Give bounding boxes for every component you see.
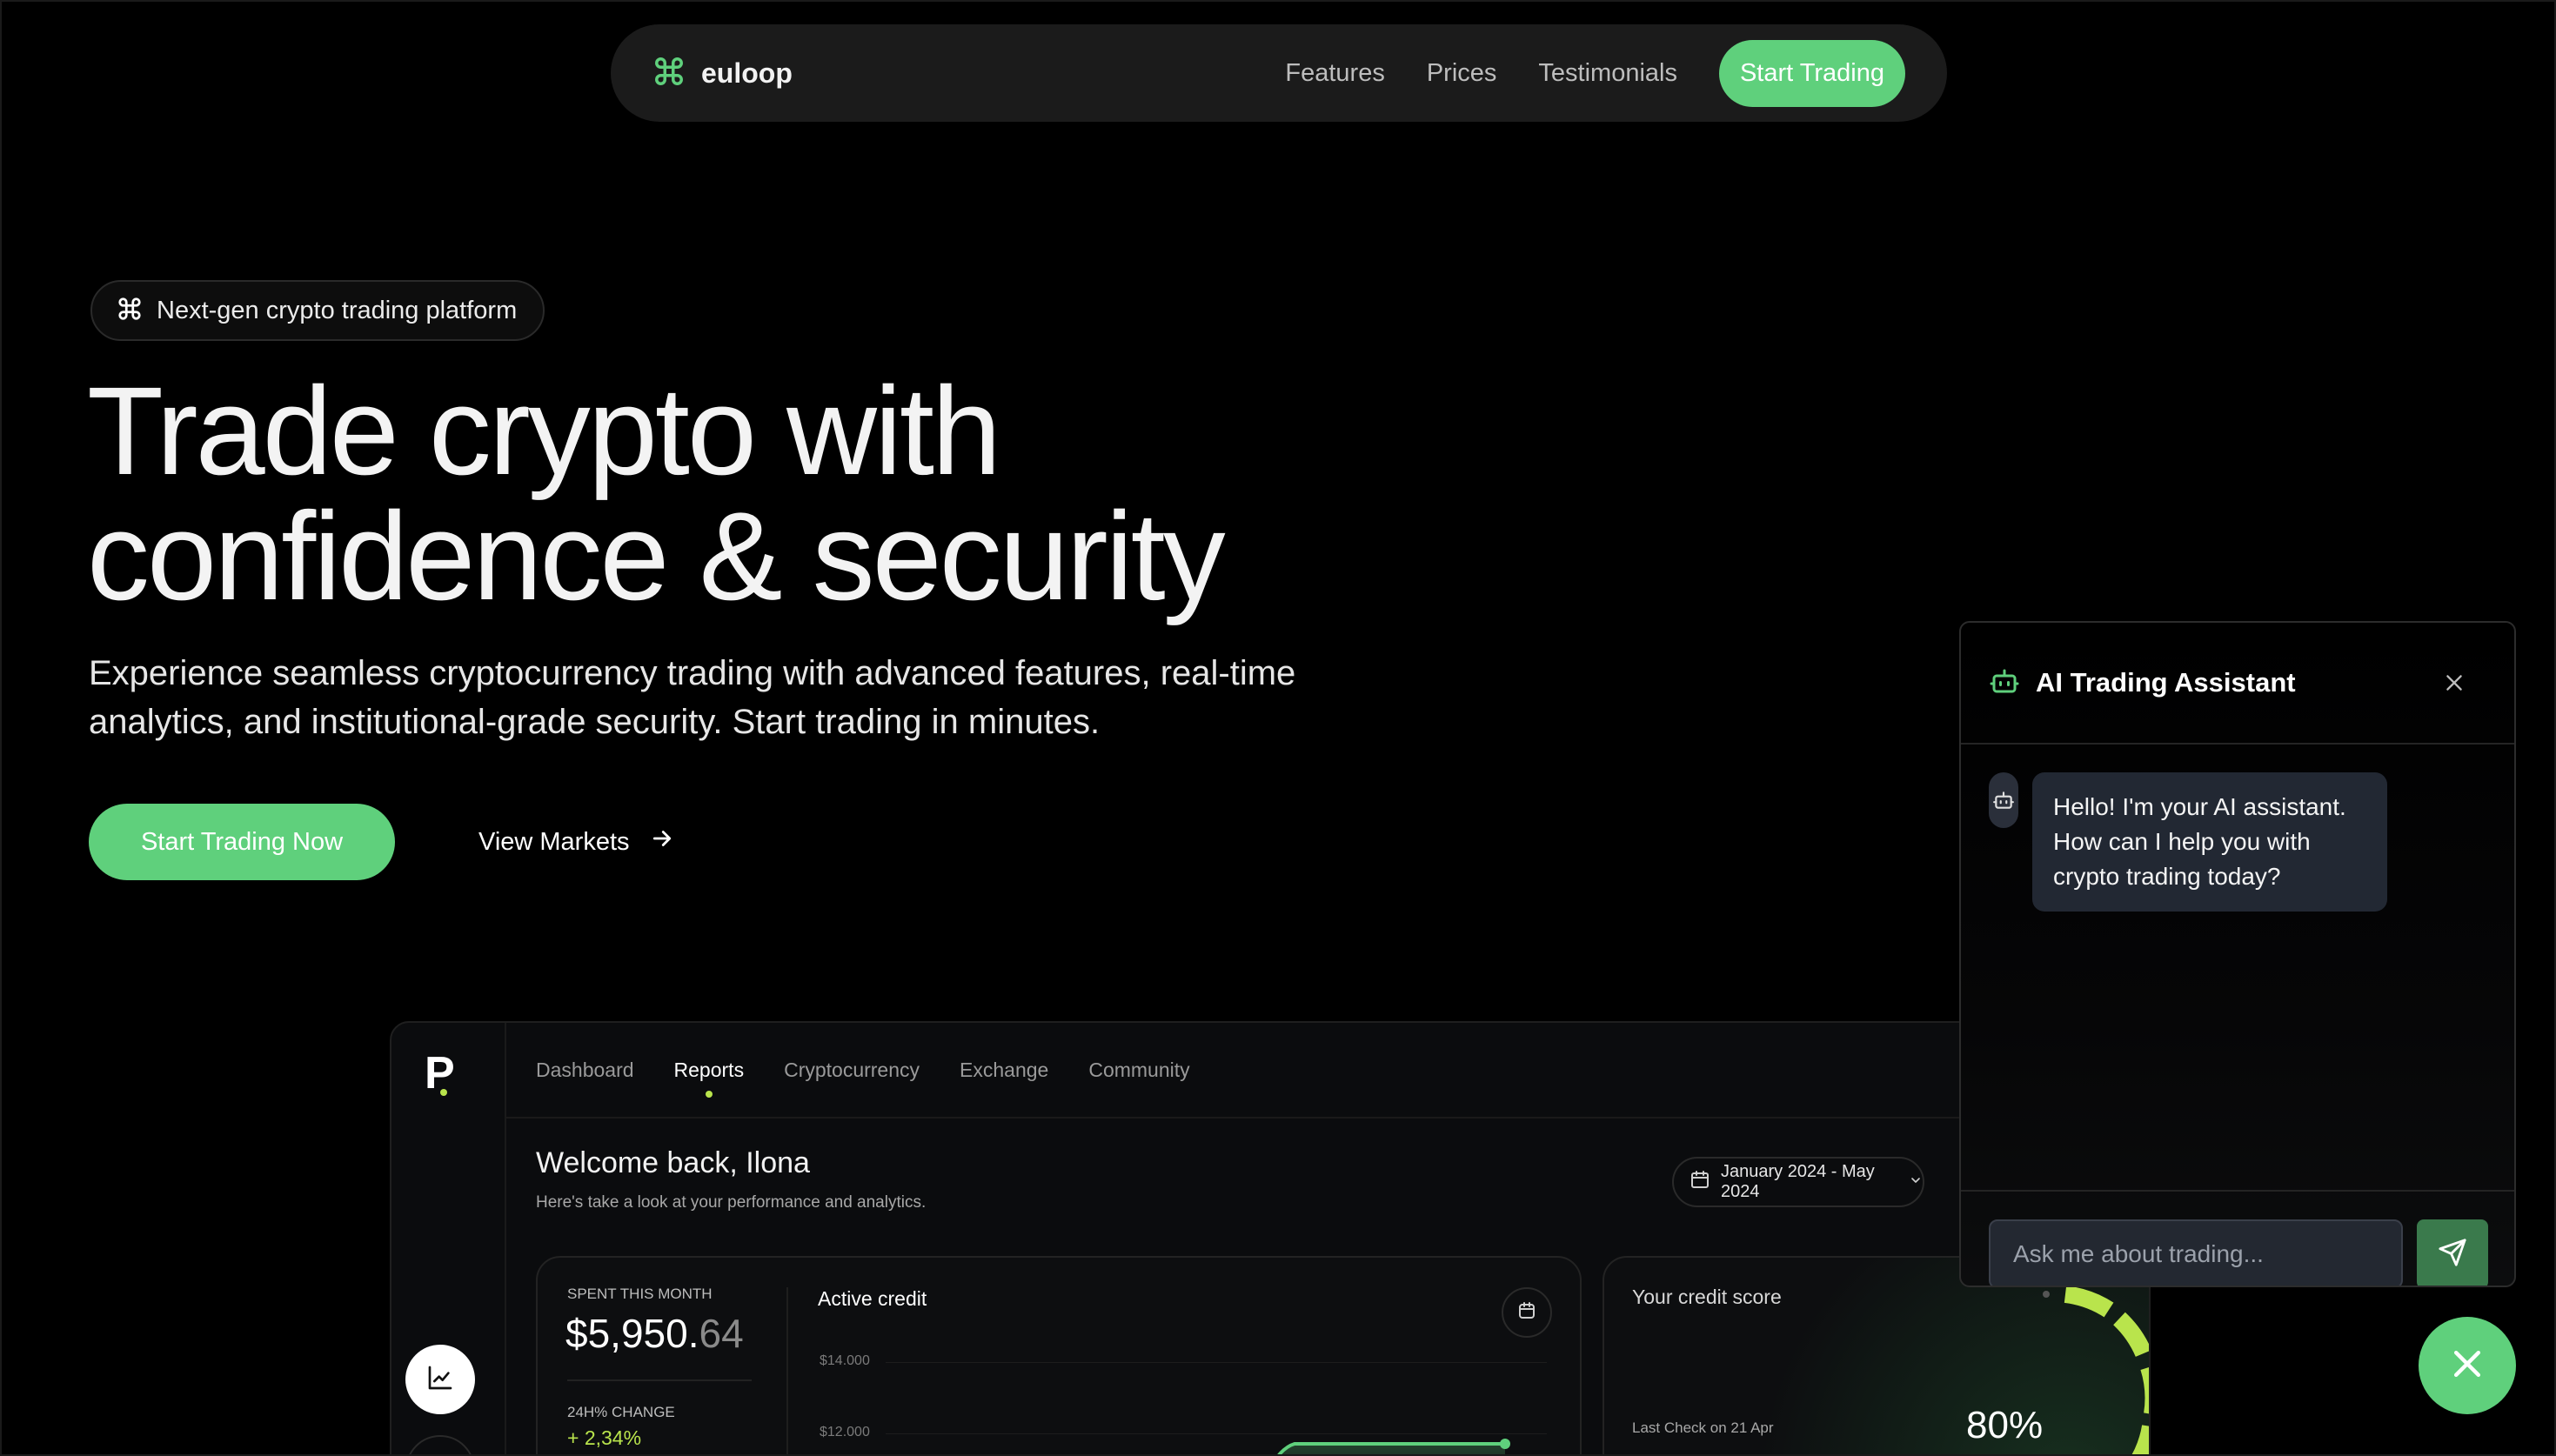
divider (786, 1287, 788, 1456)
credit-score-subtitle: Last Check on 21 Apr (1632, 1419, 1774, 1436)
change-label: 24H% CHANGE (567, 1404, 675, 1420)
dashboard-sidebar: P (391, 1023, 506, 1456)
active-credit-title: Active credit (818, 1287, 927, 1310)
sidebar-button-secondary[interactable] (405, 1435, 475, 1456)
tab-community[interactable]: Community (1088, 1059, 1189, 1082)
credit-score-title: Your credit score (1632, 1286, 1782, 1308)
spent-label: SPENT THIS MONTH (567, 1286, 713, 1302)
robot-icon (1989, 772, 2018, 828)
nav-links: Features Prices Testimonials Start Tradi… (1285, 39, 1905, 107)
chat-input[interactable] (1989, 1219, 2403, 1286)
send-icon (2438, 1238, 2467, 1272)
start-trading-button[interactable]: Start Trading (1718, 39, 1905, 107)
view-markets-link[interactable]: View Markets (478, 804, 675, 880)
spent-value: $5,950.64 (565, 1310, 744, 1357)
top-navbar: euloop Features Prices Testimonials Star… (611, 24, 1947, 122)
active-credit-line (1275, 1439, 1510, 1456)
command-icon (652, 55, 686, 92)
assistant-message: Hello! I'm your AI assistant. How can I … (2032, 772, 2387, 912)
chat-composer (1961, 1190, 2514, 1286)
close-icon[interactable] (2439, 668, 2469, 698)
change-value: + 2,34% (567, 1426, 642, 1449)
date-range-label: January 2024 - May 2024 (1721, 1162, 1875, 1201)
welcome-subtitle: Here's take a look at your performance a… (536, 1193, 927, 1212)
hero-title: Trade crypto with confidence & security (87, 369, 1392, 619)
dashboard-preview: P Dashboard Reports Cryptocurrency Excha… (390, 1021, 2151, 1456)
dashboard-logo-dot (440, 1089, 447, 1096)
robot-icon (1989, 665, 2020, 701)
tab-reports[interactable]: Reports (674, 1059, 745, 1082)
nav-link-prices[interactable]: Prices (1427, 59, 1497, 88)
calendar-icon (1690, 1169, 1710, 1195)
chat-header: AI Trading Assistant (1961, 623, 2514, 745)
chevron-down-icon (1909, 1172, 1923, 1192)
nav-link-testimonials[interactable]: Testimonials (1538, 59, 1677, 88)
gridline (886, 1362, 1547, 1363)
dashboard-tabs: Dashboard Reports Cryptocurrency Exchang… (506, 1023, 2149, 1119)
hero-badge: Next-gen crypto trading platform (90, 280, 545, 341)
brand[interactable]: euloop (652, 55, 793, 92)
tab-cryptocurrency[interactable]: Cryptocurrency (784, 1059, 920, 1082)
nav-link-features[interactable]: Features (1285, 59, 1384, 88)
send-button[interactable] (2417, 1219, 2488, 1286)
date-range-select[interactable]: January 2024 - May 2024 (1672, 1157, 1924, 1207)
y-tick-label: $12.000 (820, 1425, 870, 1439)
hero-subtitle: Experience seamless cryptocurrency tradi… (89, 654, 1296, 741)
spent-cents: 64 (699, 1311, 744, 1356)
chat-title: AI Trading Assistant (2036, 667, 2296, 698)
command-icon (117, 296, 143, 326)
chat-toggle-button[interactable] (2419, 1317, 2516, 1414)
spent-main: $5,950. (565, 1311, 699, 1356)
brand-name: euloop (701, 57, 793, 89)
calendar-icon (1516, 1300, 1537, 1326)
welcome-title: Welcome back, Ilona (536, 1146, 810, 1179)
chart-line-icon (426, 1364, 454, 1396)
start-trading-now-button[interactable]: Start Trading Now (89, 804, 395, 880)
tab-exchange[interactable]: Exchange (960, 1059, 1048, 1082)
divider (567, 1379, 752, 1381)
active-credit-calendar-button[interactable] (1502, 1287, 1552, 1338)
credit-score-value: 80% (1966, 1404, 2044, 1446)
chat-panel: AI Trading Assistant Hello! I'm your AI … (1959, 621, 2516, 1287)
hero-badge-text: Next-gen crypto trading platform (157, 296, 518, 324)
y-tick-label: $14.000 (820, 1353, 870, 1368)
spending-card: SPENT THIS MONTH $5,950.64 24H% CHANGE +… (536, 1256, 1582, 1456)
tab-dashboard[interactable]: Dashboard (536, 1059, 634, 1082)
close-icon (2448, 1345, 2486, 1387)
hero-title-line1: Trade crypto with (87, 361, 1001, 501)
arrow-right-icon (649, 825, 675, 858)
chart-line-button[interactable] (405, 1345, 475, 1414)
view-markets-label: View Markets (478, 827, 630, 856)
hero-title-line2: confidence & security (87, 486, 1226, 626)
